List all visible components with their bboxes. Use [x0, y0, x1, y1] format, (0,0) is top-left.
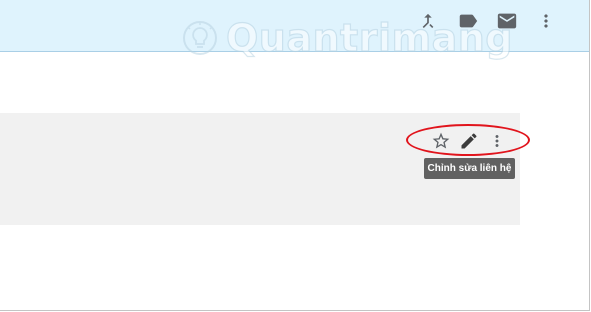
mail-icon[interactable]	[495, 9, 519, 33]
edit-contact-tooltip: Chỉnh sửa liên hệ	[424, 158, 515, 179]
label-icon[interactable]	[456, 9, 480, 33]
edit-pencil-icon[interactable]	[457, 129, 481, 153]
merge-icon[interactable]	[416, 9, 440, 33]
more-vert-icon[interactable]	[534, 9, 558, 33]
top-toolbar	[0, 0, 589, 52]
card-more-vert-icon[interactable]	[485, 129, 509, 153]
star-icon[interactable]	[429, 129, 453, 153]
